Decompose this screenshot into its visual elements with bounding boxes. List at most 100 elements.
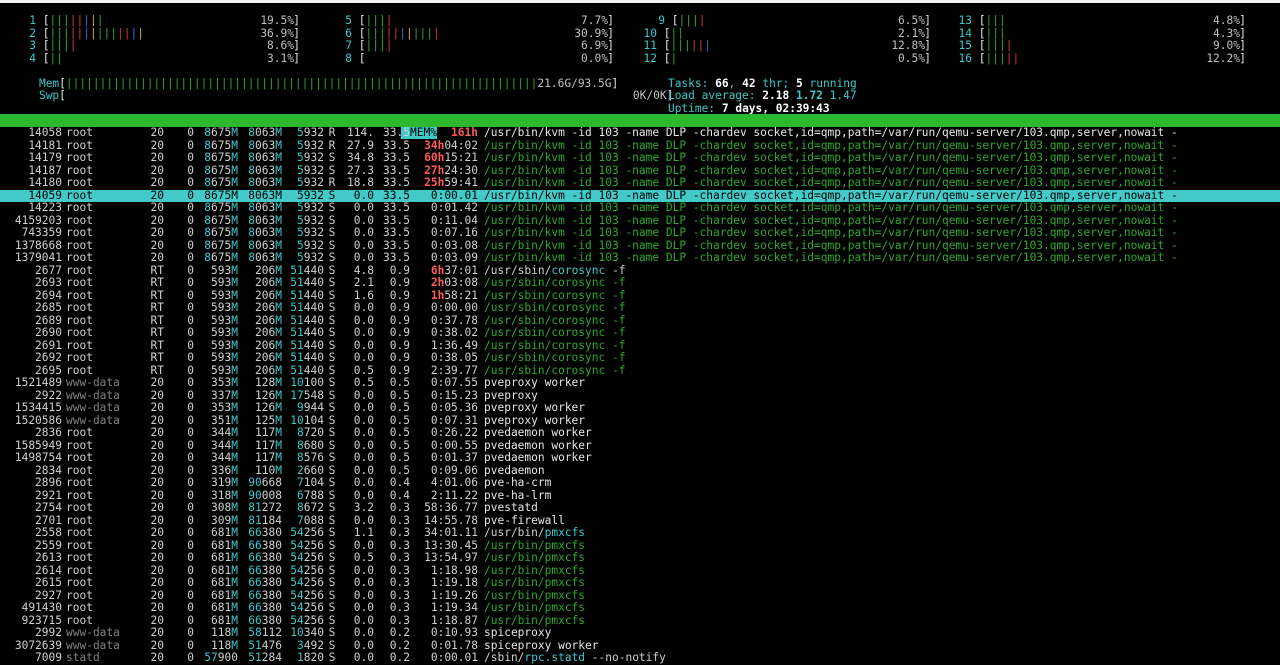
cell-pid: 1521489 <box>14 376 62 389</box>
cell-user: root <box>66 276 93 289</box>
cell-mem: 0.3 <box>389 501 410 514</box>
cell-res: 51284 <box>248 651 282 664</box>
process-row[interactable]: 743359 root 20 0 8675M 8063M 5932 S 0.0 33.5 0:07.… <box>0 226 1280 240</box>
cell-shr: 1820 <box>297 651 324 664</box>
process-row[interactable]: 2685 root RT 0 593M 206M 51440 S 0.0 0.9 0:00.00/u… <box>0 301 1280 315</box>
process-row[interactable]: 2613 root 20 0 681M 66380 54256 S 0.5 0.3 13:54.97… <box>0 551 1280 565</box>
process-row[interactable]: 1521489 www-data 20 0 353M 128M 10100 S 0.5 0.5 0:… <box>0 376 1280 390</box>
cell-mem: 0.3 <box>389 526 410 539</box>
cell-cpu: 3.2 <box>353 501 374 514</box>
cpu-meter-bars: |||||||||||||| <box>49 26 144 40</box>
cell-mem: 33.5 <box>383 251 410 264</box>
cell-cmd: /usr/bin/kvm -id 103 -name DLP -chardev … <box>484 226 1178 239</box>
process-row[interactable]: 1534415 www-data 20 0 353M 126M 9944 S 0.0 0.5 0:0… <box>0 401 1280 415</box>
cell-cmd: /sbin/rpc.statd --no-notify <box>484 651 666 664</box>
cell-ni: 0 <box>187 551 194 564</box>
cell-mem: 0.5 <box>389 451 410 464</box>
process-row[interactable]: 14058 root 20 0 8675M 8063M 5932 R 114. 33.5 161h /… <box>0 126 1280 140</box>
process-row[interactable]: 1498754 root 20 0 344M 117M 8576 S 0.0 0.5 0:01.37… <box>0 451 1280 465</box>
cell-pid: 14179 <box>28 151 62 164</box>
process-row[interactable]: 2615 root 20 0 681M 66380 54256 S 0.0 0.3 1:19.18/… <box>0 576 1280 590</box>
cpu-meter-bars: || <box>49 51 63 65</box>
cpu-meter-percent: 4.8% <box>1213 14 1240 27</box>
cell-ni: 0 <box>187 576 194 589</box>
cell-cpu: 0.0 <box>353 426 374 439</box>
process-row[interactable]: 14223 root 20 0 8675M 8063M 5932 S 0.0 33.5 0:01.4… <box>0 201 1280 215</box>
cell-cmd: /usr/sbin/corosync -f <box>484 326 626 339</box>
process-row[interactable]: 2754 root 20 0 308M 81272 8672 S 3.2 0.3 58:36.77 p… <box>0 501 1280 515</box>
cell-cmd: pvestatd <box>484 501 538 514</box>
cell-cpu: 0.0 <box>353 601 374 614</box>
cell-cpu: 34.8 <box>347 151 374 164</box>
cell-s: S <box>328 276 336 289</box>
cell-pid: 14223 <box>28 201 62 214</box>
cell-user: www-data <box>66 401 120 414</box>
cell-cpu: 0.0 <box>353 451 374 464</box>
cell-ni: 0 <box>187 176 194 189</box>
cell-pid: 1498754 <box>14 451 62 464</box>
cell-cmd: pveproxy worker <box>484 401 586 414</box>
cell-pri: 20 <box>150 176 164 189</box>
cell-cpu: 18.8 <box>347 176 374 189</box>
cell-ni: 0 <box>187 226 194 239</box>
cell-pid: 2613 <box>35 551 62 564</box>
process-row[interactable]: 7009 statd 20 0 57900 51284 1820 S 0.0 0.2 0:00.01… <box>0 651 1280 665</box>
cell-pri: 20 <box>150 501 164 514</box>
cell-ni: 0 <box>187 651 194 664</box>
cell-pid: 2558 <box>35 526 62 539</box>
cpu-meter-7: 7 [|||| 6.9%] <box>328 39 614 53</box>
cell-s: S <box>328 526 336 539</box>
cell-user: statd <box>66 651 100 664</box>
process-row[interactable]: 2896 root 20 0 319M 90668 7104 S 0.0 0.4 4:01.06 pv… <box>0 476 1280 490</box>
cell-pri: 20 <box>150 476 164 489</box>
cell-mem: 0.5 <box>389 426 410 439</box>
process-row[interactable]: 491430 root 20 0 681M 66380 54256 S 0.0 0.3 1:19.3… <box>0 601 1280 615</box>
cell-cmd: /usr/bin/pmxcfs <box>484 576 586 589</box>
cpu-meter-bars: |||||| <box>670 39 711 52</box>
cpu-meter-bars: |||| <box>985 39 1013 52</box>
process-row[interactable]: 1379041 root 20 0 8675M 8063M 5932 S 0.0 33.5 0:03… <box>0 251 1280 265</box>
cell-pid: 2692 <box>35 351 62 364</box>
cpu-meter-bars: |||| <box>678 14 706 27</box>
cell-time: 25h59:41 <box>424 176 478 189</box>
process-row[interactable]: 2692 root RT 0 593M 206M 51440 S 0.0 0.9 0:38.05/u… <box>0 351 1280 365</box>
process-row[interactable]: 14180 root 20 0 8675M 8063M 5932 R 18.8 33.5 25h59… <box>0 176 1280 190</box>
cpu-meter-bars: ||| <box>985 26 1006 40</box>
cell-pri: 20 <box>150 626 164 639</box>
process-row[interactable]: 2693 root RT 0 593M 206M 51440 S 2.1 0.9 2h03:08/u… <box>0 276 1280 290</box>
cell-mem: 0.2 <box>389 626 410 639</box>
cell-ni: 0 <box>187 451 194 464</box>
cell-cmd: /usr/bin/pmxcfs <box>484 601 586 614</box>
process-row[interactable]: 2558 root 20 0 681M 66380 54256 S 1.1 0.3 34:01.11… <box>0 526 1280 540</box>
cell-cmd: /usr/sbin/corosync -f <box>484 351 626 364</box>
uptime-value: 7 days, 02:39:43 <box>721 101 830 115</box>
cell-mem: 33.5 <box>383 176 410 189</box>
process-row[interactable]: 14179 root 20 0 8675M 8063M 5932 S 34.8 33.5 60h15… <box>0 151 1280 165</box>
cell-pri: RT <box>150 276 164 289</box>
cell-pid: 743359 <box>21 226 62 239</box>
cell-user: root <box>66 251 93 264</box>
cpu-meter-bars: ||| <box>985 14 1006 27</box>
cell-pid: 1379041 <box>14 251 62 264</box>
cell-time: 1:19.18 <box>430 576 478 589</box>
process-row[interactable]: 2690 root RT 0 593M 206M 51440 S 0.0 0.9 0:38.02/u… <box>0 326 1280 340</box>
process-row[interactable]: 2836 root 20 0 344M 117M 8720 S 0.0 0.5 0:26.22 pve… <box>0 426 1280 440</box>
cell-cmd: /usr/sbin/corosync -f <box>484 276 626 289</box>
cell-user: root <box>66 126 93 139</box>
cpu-meter-id: 7 <box>345 39 352 52</box>
cell-cmd: /usr/bin/kvm -id 103 -name DLP -chardev … <box>484 176 1178 189</box>
cell-time: 0:38.02 <box>430 326 478 339</box>
cpu-meter-bars: || <box>670 26 684 40</box>
cell-mem: 0.5 <box>389 376 410 389</box>
cell-s: S <box>328 576 336 589</box>
cpu-meter-percent: 12.8% <box>891 39 925 52</box>
cell-cmd: /usr/bin/pmxcfs <box>484 551 586 564</box>
cell-ni: 0 <box>187 526 194 539</box>
cpu-meter-bars: |||| <box>365 14 393 27</box>
cell-user: root <box>66 176 93 189</box>
process-row[interactable]: 2992 www-data 20 0 118M 58112 10340 S 0.0 0.2 0:10… <box>0 626 1280 640</box>
cell-pid: 7009 <box>35 651 62 664</box>
cell-ni: 0 <box>187 276 194 289</box>
cell-s: R <box>328 126 336 139</box>
cpu-meter-12: 12 [| 0.5%] <box>641 52 931 66</box>
